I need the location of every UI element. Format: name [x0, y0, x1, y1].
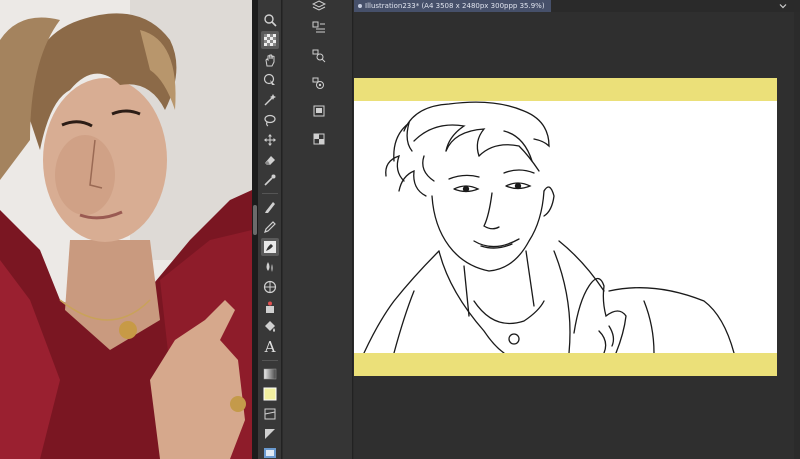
- brush-icon[interactable]: [261, 238, 279, 256]
- document-tab-bar: Illustration233* (A4 3508 x 2480px 300pp…: [354, 0, 800, 12]
- splitter-grip[interactable]: [253, 205, 257, 235]
- balloon-icon[interactable]: [261, 444, 279, 459]
- pencil-icon[interactable]: [261, 218, 279, 236]
- eyedropper-icon[interactable]: [261, 171, 279, 189]
- color-swatch-icon[interactable]: [261, 385, 279, 403]
- sub-tool-panel: [283, 0, 353, 459]
- checker-icon[interactable]: [261, 31, 279, 49]
- gradient-icon[interactable]: [261, 365, 279, 383]
- frame-icon[interactable]: [261, 405, 279, 423]
- tool-separator: [262, 360, 278, 361]
- magic-wand-icon[interactable]: [261, 91, 279, 109]
- pen-icon[interactable]: [261, 198, 279, 216]
- eraser-icon[interactable]: [261, 151, 279, 169]
- canvas-area: Illustration233* (A4 3508 x 2480px 300pp…: [354, 0, 800, 459]
- reference-image-panel: [0, 0, 252, 459]
- navigator-icon[interactable]: [311, 103, 327, 119]
- airbrush-icon[interactable]: [261, 278, 279, 296]
- line-art-sketch: [363, 101, 735, 353]
- canvas-drawing[interactable]: [354, 101, 777, 353]
- fill-icon[interactable]: [261, 318, 279, 336]
- move-icon[interactable]: [261, 131, 279, 149]
- hand-icon[interactable]: [261, 51, 279, 69]
- canvas-vertical-scrollbar[interactable]: [794, 12, 800, 459]
- magnifier-icon[interactable]: [261, 11, 279, 29]
- document-tab-title: Illustration233* (A4 3508 x 2480px 300pp…: [365, 2, 545, 10]
- lasso-icon[interactable]: [261, 111, 279, 129]
- ruler-icon[interactable]: [261, 425, 279, 443]
- canvas-artboard[interactable]: [354, 78, 777, 376]
- reference-photo: [0, 0, 252, 459]
- layer-stack-icon[interactable]: [311, 0, 327, 14]
- modified-dot-icon: [358, 4, 362, 8]
- chevron-down-icon[interactable]: [778, 1, 788, 11]
- layer-search-icon[interactable]: [311, 48, 327, 64]
- tool-separator: [262, 193, 278, 194]
- blend-icon[interactable]: [261, 258, 279, 276]
- decoration-icon[interactable]: [261, 298, 279, 316]
- object-select-icon[interactable]: [261, 71, 279, 89]
- material-icon[interactable]: [311, 131, 327, 147]
- text-icon[interactable]: A: [261, 338, 279, 356]
- document-tab[interactable]: Illustration233* (A4 3508 x 2480px 300pp…: [354, 0, 551, 12]
- text-tool-label: A: [264, 338, 276, 356]
- layer-list-icon[interactable]: [311, 20, 327, 36]
- layer-property-icon[interactable]: [311, 76, 327, 92]
- tool-palette: A: [258, 0, 282, 459]
